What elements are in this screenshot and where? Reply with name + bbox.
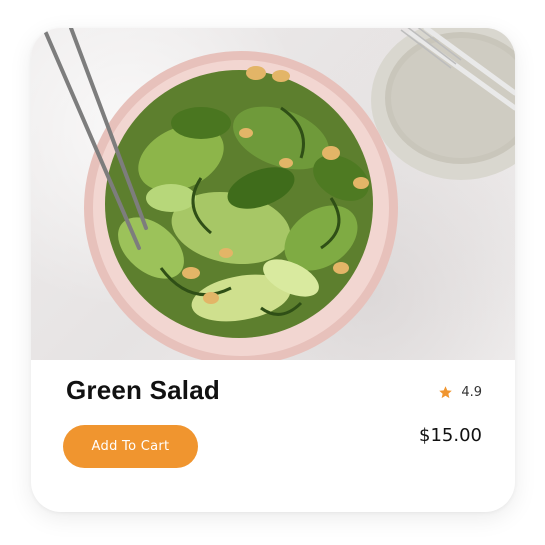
product-title: Green Salad [66, 375, 220, 405]
salad-photo [31, 28, 515, 360]
rating-value: 4.9 [461, 385, 482, 400]
product-card: Green Salad 4.9 $15.00 Add To Cart [31, 28, 515, 512]
rating: 4.9 [438, 385, 482, 400]
star-icon [439, 386, 453, 399]
price: $15.00 [419, 425, 482, 446]
add-to-cart-button[interactable]: Add To Cart [63, 425, 198, 468]
salad-illustration [44, 28, 515, 360]
